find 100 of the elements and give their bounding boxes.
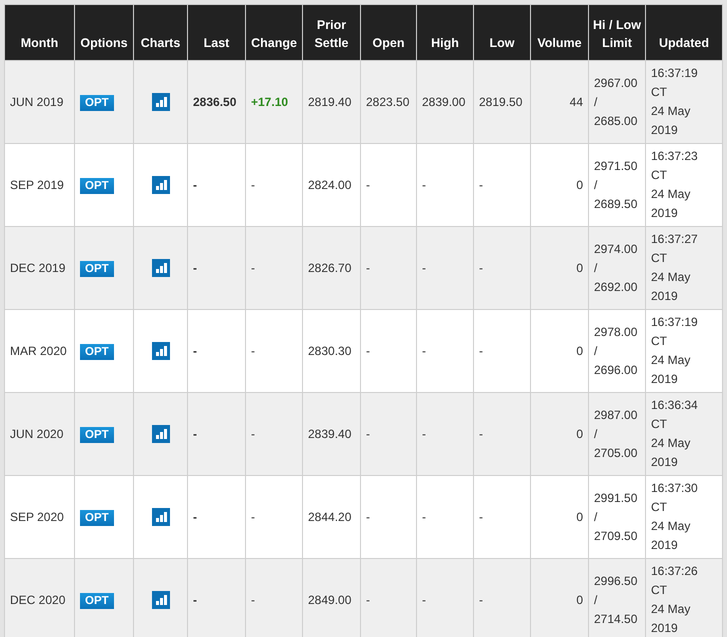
updated-time: 16:37:26 CT bbox=[651, 563, 699, 599]
month-label: JUN 2020 bbox=[10, 426, 64, 440]
volume-value: 0 bbox=[576, 592, 583, 606]
updated-date: 24 May 2019 bbox=[651, 103, 692, 139]
bar-chart-icon[interactable] bbox=[152, 425, 170, 444]
change-value: - bbox=[251, 178, 255, 192]
last-price: - bbox=[193, 344, 197, 358]
change-value: +17.10 bbox=[251, 94, 288, 108]
prior-settle-value: 2839.40 bbox=[308, 426, 352, 440]
open-value: - bbox=[366, 510, 370, 524]
last-price: - bbox=[193, 592, 197, 606]
column-header: Updated bbox=[659, 36, 709, 50]
month-label: SEP 2019 bbox=[10, 178, 64, 192]
updated-time: 16:36:34 CT bbox=[651, 397, 699, 433]
open-value: - bbox=[366, 426, 370, 440]
column-header: Change bbox=[251, 36, 297, 50]
low-value: - bbox=[479, 260, 483, 274]
volume-value: 0 bbox=[576, 426, 583, 440]
prior-settle-value: 2819.40 bbox=[308, 94, 352, 108]
column-header: High bbox=[431, 36, 459, 50]
high-value: - bbox=[422, 178, 426, 192]
open-value: 2823.50 bbox=[366, 94, 410, 108]
column-header: Low bbox=[490, 36, 514, 50]
bar-chart-icon[interactable] bbox=[152, 508, 170, 526]
bar-chart-icon[interactable] bbox=[152, 259, 170, 278]
updated-date: 24 May 2019 bbox=[651, 601, 692, 637]
updated-date: 24 May 2019 bbox=[651, 435, 692, 471]
last-price: - bbox=[193, 510, 197, 524]
high-value: - bbox=[422, 426, 426, 440]
bar-chart-icon[interactable] bbox=[152, 93, 170, 112]
column-header: Options bbox=[80, 36, 128, 50]
prior-settle-value: 2826.70 bbox=[308, 260, 352, 274]
volume-value: 0 bbox=[576, 178, 583, 192]
volume-value: 44 bbox=[570, 94, 583, 108]
low-value: 2819.50 bbox=[479, 94, 522, 108]
last-price: - bbox=[193, 178, 197, 192]
low-value: - bbox=[479, 592, 483, 606]
limit-value: 2987.00 / 2705.00 bbox=[594, 406, 638, 462]
updated-date: 24 May 2019 bbox=[651, 518, 692, 554]
column-header: Last bbox=[204, 36, 230, 50]
high-value: - bbox=[422, 344, 426, 358]
change-value: - bbox=[251, 260, 255, 274]
options-button[interactable]: OPT bbox=[80, 178, 114, 194]
change-value: - bbox=[251, 592, 255, 606]
bar-chart-icon[interactable] bbox=[152, 176, 170, 194]
limit-value: 2967.00 / 2685.00 bbox=[594, 74, 638, 130]
high-value: - bbox=[422, 510, 426, 524]
limit-value: 2974.00 / 2692.00 bbox=[594, 240, 638, 296]
column-header: Prior Settle bbox=[314, 18, 349, 50]
updated-time: 16:37:30 CT bbox=[651, 480, 699, 516]
options-button[interactable]: OPT bbox=[80, 260, 114, 276]
prior-settle-value: 2844.20 bbox=[308, 510, 352, 524]
open-value: - bbox=[366, 260, 370, 274]
low-value: - bbox=[479, 344, 483, 358]
volume-value: 0 bbox=[576, 510, 583, 524]
volume-value: 0 bbox=[576, 344, 583, 358]
month-label: MAR 2020 bbox=[10, 344, 67, 358]
change-value: - bbox=[251, 510, 255, 524]
bar-chart-icon[interactable] bbox=[152, 342, 170, 360]
updated-time: 16:37:19 CT bbox=[651, 314, 699, 350]
month-label: JUN 2019 bbox=[10, 94, 64, 108]
column-header: Hi / Low Limit bbox=[593, 18, 641, 50]
limit-value: 2991.50 / 2709.50 bbox=[594, 490, 638, 544]
updated-time: 16:37:27 CT bbox=[651, 231, 699, 267]
volume-value: 0 bbox=[576, 260, 583, 274]
low-value: - bbox=[479, 426, 483, 440]
month-label: SEP 2020 bbox=[10, 510, 64, 524]
last-price: - bbox=[193, 260, 197, 274]
prior-settle-value: 2830.30 bbox=[308, 344, 352, 358]
open-value: - bbox=[366, 178, 370, 192]
prior-settle-value: 2824.00 bbox=[308, 178, 352, 192]
options-button[interactable]: OPT bbox=[80, 94, 114, 110]
month-label: DEC 2019 bbox=[10, 260, 66, 274]
updated-date: 24 May 2019 bbox=[651, 352, 692, 388]
change-value: - bbox=[251, 344, 255, 358]
column-header: Month bbox=[20, 36, 58, 50]
column-header: Charts bbox=[140, 36, 180, 50]
change-value: - bbox=[251, 426, 255, 440]
column-header: Open bbox=[372, 36, 404, 50]
updated-time: 16:37:19 CT bbox=[651, 65, 699, 101]
open-value: - bbox=[366, 592, 370, 606]
updated-date: 24 May 2019 bbox=[651, 269, 692, 305]
column-header: Volume bbox=[537, 36, 582, 50]
high-value: - bbox=[422, 260, 426, 274]
high-value: - bbox=[422, 592, 426, 606]
options-button[interactable]: OPT bbox=[80, 426, 114, 442]
bar-chart-icon[interactable] bbox=[152, 591, 170, 610]
limit-value: 2996.50 / 2714.50 bbox=[594, 572, 638, 628]
low-value: - bbox=[479, 178, 483, 192]
updated-date: 24 May 2019 bbox=[651, 186, 692, 222]
options-button[interactable]: OPT bbox=[80, 510, 114, 526]
month-label: DEC 2020 bbox=[10, 592, 66, 606]
last-price: - bbox=[193, 426, 197, 440]
high-value: 2839.00 bbox=[422, 94, 466, 108]
limit-value: 2971.50 / 2689.50 bbox=[594, 158, 638, 212]
open-value: - bbox=[366, 344, 370, 358]
options-button[interactable]: OPT bbox=[80, 592, 114, 608]
options-button[interactable]: OPT bbox=[80, 344, 114, 360]
limit-value: 2978.00 / 2696.00 bbox=[594, 324, 638, 378]
updated-time: 16:37:23 CT bbox=[651, 148, 699, 184]
